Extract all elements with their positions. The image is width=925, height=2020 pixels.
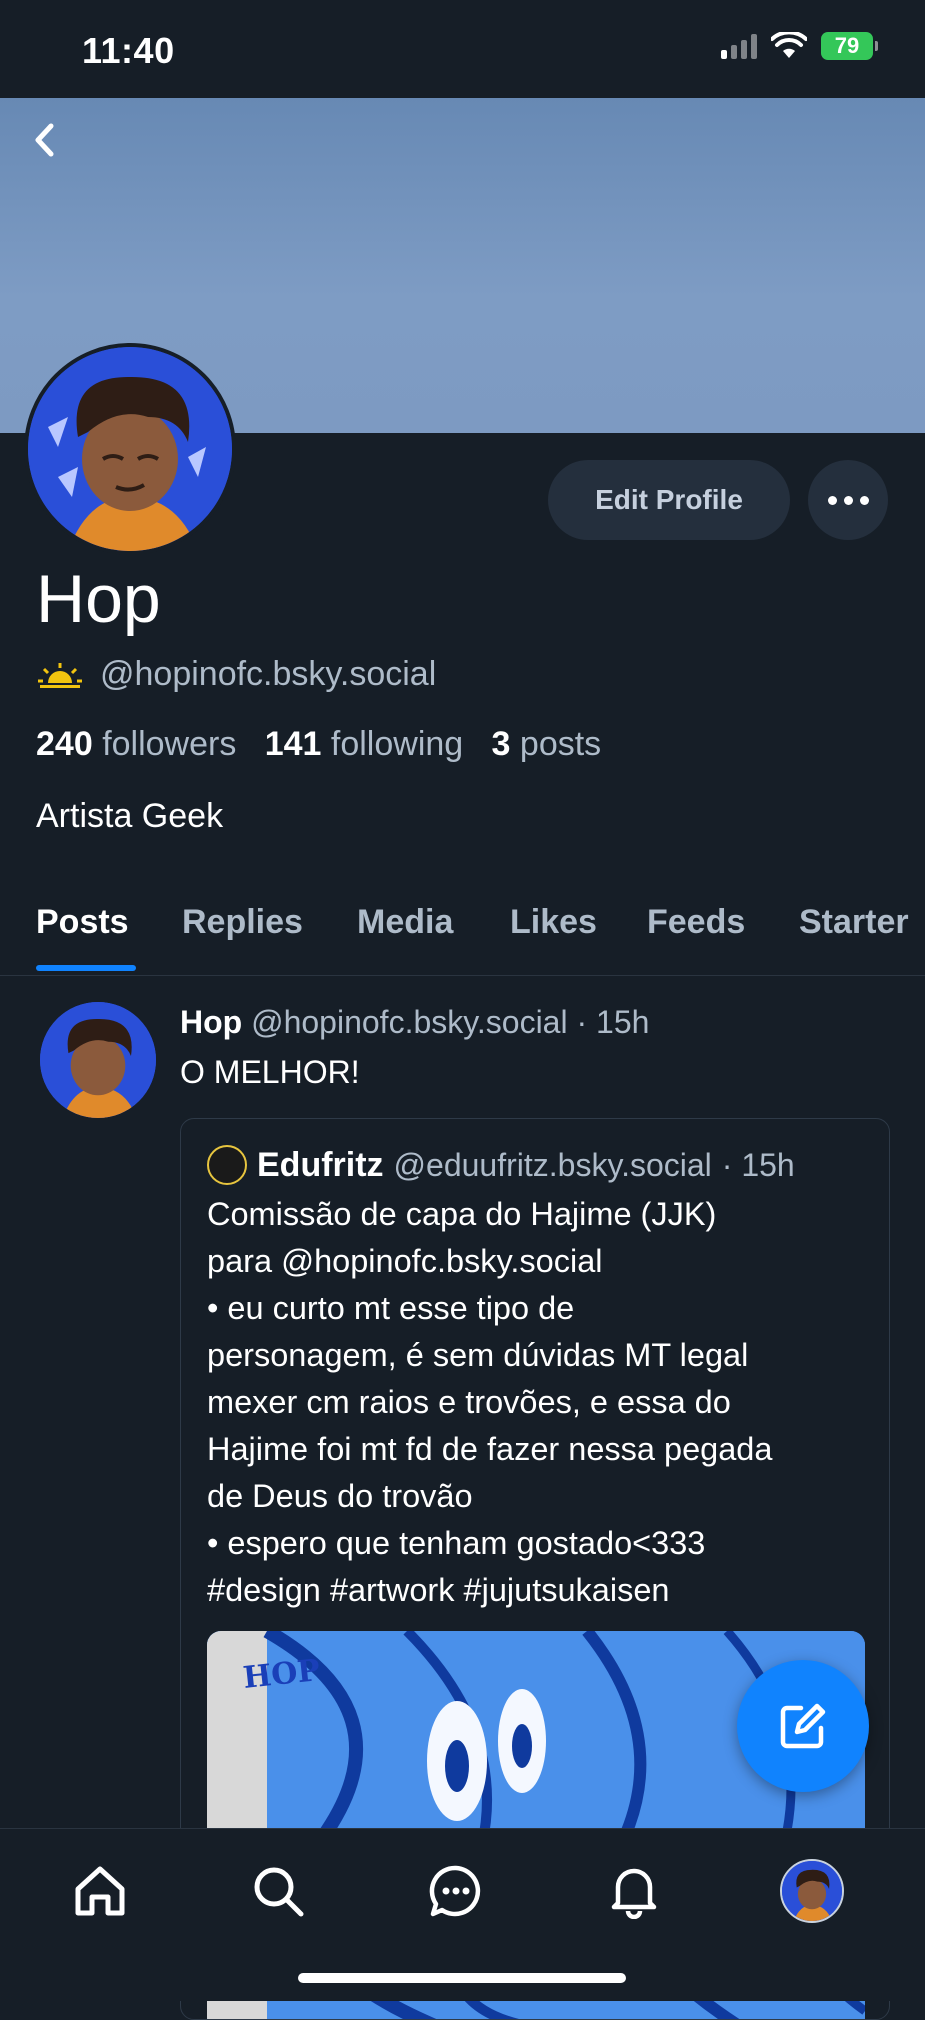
chevron-left-icon (35, 123, 54, 157)
tab-starter[interactable]: Starter (799, 903, 909, 942)
profile-name: Hop (36, 561, 161, 637)
quoted-author-avatar (207, 1145, 247, 1185)
post-author-name[interactable]: Hop (180, 1004, 242, 1040)
back-button[interactable] (24, 116, 64, 164)
profile-avatar[interactable] (24, 343, 236, 555)
quoted-author-handle: @eduufritz.bsky.social (393, 1146, 712, 1183)
nav-search[interactable] (242, 1855, 314, 1927)
profile-tabs: Posts Replies Media Likes Feeds Starter (0, 895, 925, 976)
quoted-text-line: • eu curto mt esse tipo de (207, 1290, 575, 1326)
ellipsis-icon (827, 495, 837, 505)
cellular-signal-icon (721, 33, 757, 59)
status-bar: 11:40 79 (0, 0, 925, 98)
more-options-button[interactable] (808, 460, 888, 540)
edit-profile-button[interactable]: Edit Profile (548, 460, 790, 540)
tab-posts[interactable]: Posts (36, 903, 129, 942)
sun-icon (38, 662, 82, 688)
nav-profile[interactable] (776, 1855, 848, 1927)
nav-chat[interactable] (420, 1855, 492, 1927)
post-author-avatar[interactable] (40, 1002, 156, 1118)
home-icon (75, 1866, 125, 1916)
profile-avatar-small (780, 1859, 844, 1923)
status-time: 11:40 (82, 30, 175, 71)
quoted-text-line: mexer cm raios e trovões, e essa do (207, 1384, 731, 1420)
quoted-text-line: para @hopinofc.bsky.social (207, 1243, 603, 1279)
quoted-text-line: Hajime foi mt fd de fazer nessa pegada (207, 1431, 773, 1467)
chat-icon (429, 1865, 481, 1917)
nav-home[interactable] (64, 1855, 136, 1927)
post-author-handle[interactable]: @hopinofc.bsky.social (251, 1004, 567, 1040)
quoted-text-line: Comissão de capa do Hajime (JJK) (207, 1196, 717, 1232)
followers-link[interactable]: 240 followers (36, 725, 236, 763)
quoted-post-time: · 15h (721, 1146, 795, 1183)
tab-replies[interactable]: Replies (182, 903, 303, 942)
post-text: O MELHOR! (180, 1054, 360, 1090)
posts-count: 3 posts (491, 725, 602, 763)
tab-feeds[interactable]: Feeds (647, 903, 745, 942)
bell-icon (611, 1868, 657, 1919)
wifi-icon (771, 32, 807, 58)
tab-media[interactable]: Media (357, 903, 453, 942)
battery-icon: 79 (821, 32, 878, 60)
profile-bio: Artista Geek (36, 797, 224, 835)
quoted-post-text: Comissão de capa do Hajime (JJK) para @h… (207, 1191, 877, 1614)
quoted-post-header: Edufritz @eduufritz.bsky.social · 15h (207, 1145, 795, 1185)
post-time: · 15h (576, 1004, 650, 1040)
quoted-text-line: #design #artwork #jujutsukaisen (207, 1572, 670, 1608)
profile-stats: 240 followers 141 following 3 posts (36, 725, 601, 764)
nav-notifications[interactable] (598, 1855, 670, 1927)
compose-icon (780, 1703, 826, 1749)
profile-handle-row: @hopinofc.bsky.social (36, 655, 436, 694)
compose-button[interactable] (737, 1660, 869, 1792)
search-icon (254, 1867, 304, 1917)
quoted-text-line: • espero que tenham gostado<333 (207, 1525, 706, 1561)
quoted-author-name: Edufritz (257, 1145, 384, 1184)
following-link[interactable]: 141 following (265, 725, 464, 763)
quoted-text-line: de Deus do trovão (207, 1478, 473, 1514)
status-icons: 79 (721, 32, 878, 60)
profile-handle[interactable]: @hopinofc.bsky.social (100, 655, 436, 694)
tab-likes[interactable]: Likes (510, 903, 597, 942)
quoted-text-line: personagem, é sem dúvidas MT legal (207, 1337, 749, 1373)
home-indicator (298, 1973, 626, 1983)
active-tab-indicator (36, 965, 136, 971)
post-header: Hop @hopinofc.bsky.social · 15h (180, 1004, 649, 1041)
